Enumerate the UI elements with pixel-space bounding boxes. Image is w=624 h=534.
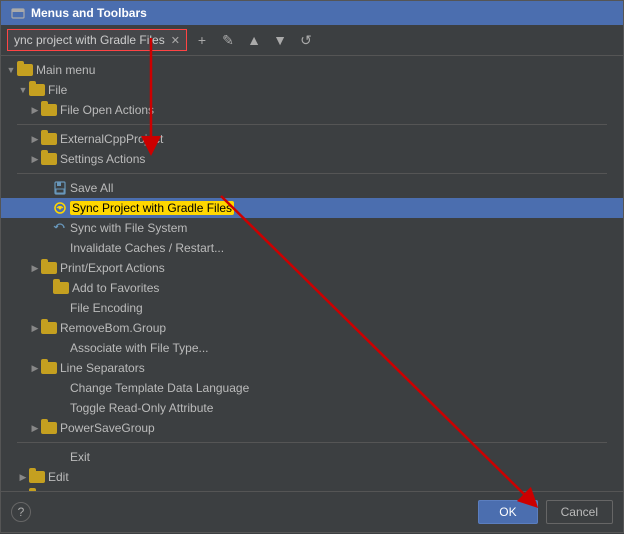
separator-2 (1, 169, 623, 178)
search-box[interactable]: ync project with Gradle Files ✕ (7, 29, 187, 51)
tree-item-invalidate[interactable]: Invalidate Caches / Restart... (1, 238, 623, 258)
label-add-favorites: Add to Favorites (72, 281, 159, 295)
label-file-encoding: File Encoding (70, 301, 143, 315)
search-text: ync project with Gradle Files (14, 33, 167, 47)
footer-right: OK Cancel (478, 500, 613, 524)
folder-icon-line-sep (41, 362, 57, 374)
folder-icon-print-export (41, 262, 57, 274)
label-settings-actions: Settings Actions (60, 152, 145, 166)
reset-button[interactable]: ↺ (295, 29, 317, 51)
tree-item-save-all[interactable]: Save All (1, 178, 623, 198)
dialog-title: Menus and Toolbars (31, 6, 147, 20)
folder-icon-removebom (41, 322, 57, 334)
tree-content: Main menu File File Open Actions Externa… (1, 56, 623, 491)
tree-item-file[interactable]: File (1, 80, 623, 100)
label-exit: Exit (70, 450, 90, 464)
sync-icon (53, 221, 67, 235)
folder-icon-main-menu (17, 64, 33, 76)
arrow-external-cpp (29, 134, 41, 145)
tree-item-file-open-actions[interactable]: File Open Actions (1, 100, 623, 120)
tree-item-edit[interactable]: Edit (1, 467, 623, 487)
arrow-settings-actions (29, 154, 41, 165)
ok-button[interactable]: OK (478, 500, 537, 524)
label-removebom: RemoveBom.Group (60, 321, 166, 335)
folder-icon-powersave (41, 422, 57, 434)
folder-icon-external-cpp (41, 133, 57, 145)
arrow-file-open (29, 105, 41, 116)
highlighted-text: Sync Project with Gradle Files (70, 201, 234, 215)
label-main-menu: Main menu (36, 63, 95, 77)
dialog-icon (11, 6, 25, 20)
tree-item-external-cpp[interactable]: ExternalCppProject (1, 129, 623, 149)
tree-item-main-menu[interactable]: Main menu (1, 60, 623, 80)
edit-button[interactable]: ✎ (217, 29, 239, 51)
folder-icon-settings-actions (41, 153, 57, 165)
menus-and-toolbars-dialog: Menus and Toolbars ync project with Grad… (0, 0, 624, 533)
arrow-powersave (29, 423, 41, 434)
tree-item-powersave[interactable]: PowerSaveGroup (1, 418, 623, 438)
tree-item-sync-fs[interactable]: Sync with File System (1, 218, 623, 238)
arrow-file (17, 85, 29, 95)
cancel-button[interactable]: Cancel (546, 500, 613, 524)
arrow-edit (17, 472, 29, 483)
folder-icon-favorites (53, 282, 69, 294)
label-assoc-file-type: Associate with File Type... (70, 341, 209, 355)
tree-item-toggle-readonly[interactable]: Toggle Read-Only Attribute (1, 398, 623, 418)
gradle-icon (53, 201, 67, 215)
tree-item-print-export[interactable]: Print/Export Actions (1, 258, 623, 278)
label-powersave: PowerSaveGroup (60, 421, 155, 435)
label-change-template: Change Template Data Language (70, 381, 249, 395)
label-invalidate: Invalidate Caches / Restart... (70, 241, 224, 255)
label-file-open-actions: File Open Actions (60, 103, 154, 117)
footer-left: ? (11, 502, 31, 522)
tree-item-removebom[interactable]: RemoveBom.Group (1, 318, 623, 338)
tree-item-settings-actions[interactable]: Settings Actions (1, 149, 623, 169)
folder-icon-file-open (41, 104, 57, 116)
separator-1 (1, 120, 623, 129)
footer: ? OK Cancel (1, 491, 623, 532)
add-button[interactable]: + (191, 29, 213, 51)
tree-item-add-favorites[interactable]: Add to Favorites (1, 278, 623, 298)
tree-item-sync-gradle[interactable]: Sync Project with Gradle Files (1, 198, 623, 218)
tree-item-assoc-file-type[interactable]: Associate with File Type... (1, 338, 623, 358)
help-button[interactable]: ? (11, 502, 31, 522)
search-clear-icon[interactable]: ✕ (171, 34, 180, 47)
arrow-main-menu (5, 65, 17, 75)
label-print-export: Print/Export Actions (60, 261, 165, 275)
arrow-print-export (29, 263, 41, 274)
tree-item-line-sep[interactable]: Line Separators (1, 358, 623, 378)
save-icon (53, 181, 67, 195)
label-file: File (48, 83, 67, 97)
move-down-button[interactable]: ▼ (269, 29, 291, 51)
title-bar: Menus and Toolbars (1, 1, 623, 25)
arrow-removebom (29, 323, 41, 334)
tree-item-change-template[interactable]: Change Template Data Language (1, 378, 623, 398)
label-external-cpp: ExternalCppProject (60, 132, 163, 146)
folder-icon-edit (29, 471, 45, 483)
label-save-all: Save All (70, 181, 113, 195)
tree-item-exit[interactable]: Exit (1, 447, 623, 467)
move-up-button[interactable]: ▲ (243, 29, 265, 51)
toolbar: ync project with Gradle Files ✕ + ✎ ▲ ▼ … (1, 25, 623, 56)
separator-3 (1, 438, 623, 447)
label-sync-gradle: Sync Project with Gradle Files (70, 201, 234, 215)
label-sync-fs: Sync with File System (70, 221, 187, 235)
folder-icon-file (29, 84, 45, 96)
tree-item-file-encoding[interactable]: File Encoding (1, 298, 623, 318)
arrow-line-sep (29, 363, 41, 374)
label-toggle-readonly: Toggle Read-Only Attribute (70, 401, 213, 415)
label-line-sep: Line Separators (60, 361, 145, 375)
label-edit: Edit (48, 470, 69, 484)
